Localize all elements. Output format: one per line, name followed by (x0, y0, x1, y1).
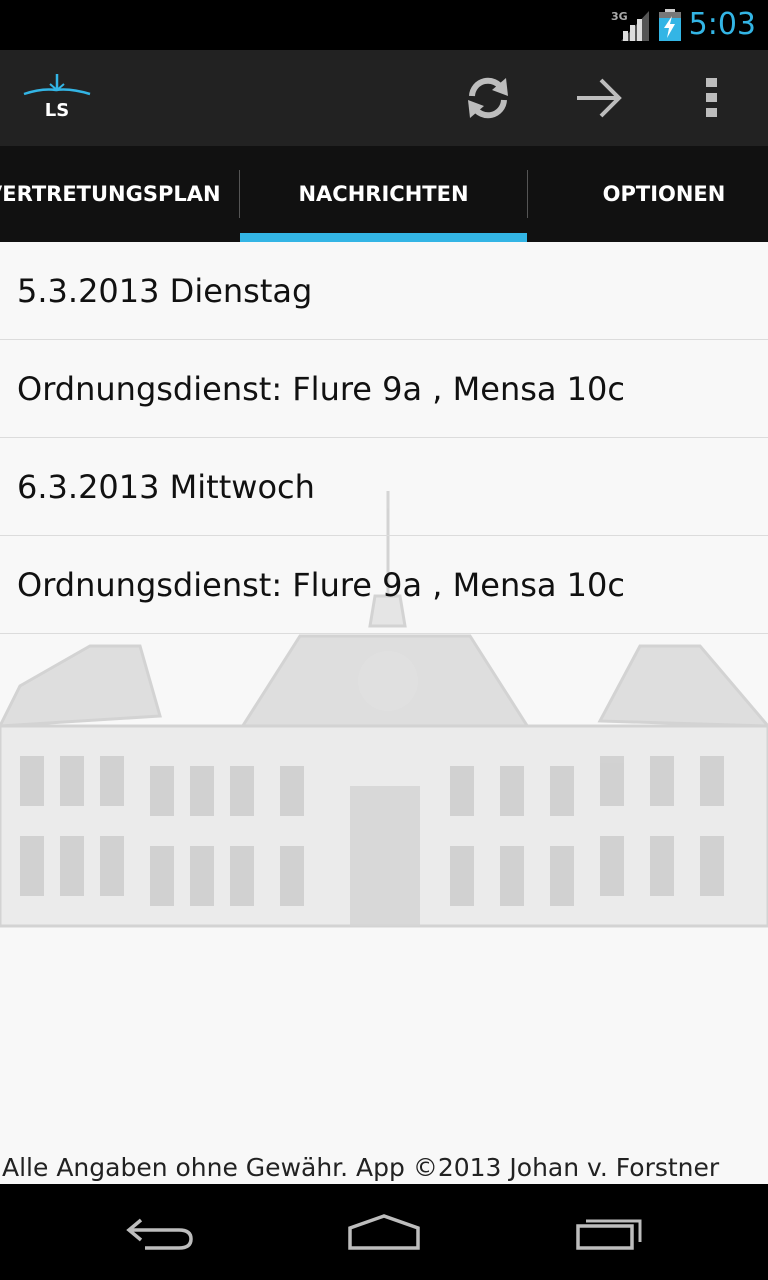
app-logo[interactable]: LS (22, 68, 92, 124)
tab-vertretungsplan[interactable]: VERTRETUNGSPLAN (0, 146, 224, 242)
tab-optionen[interactable]: OPTIONEN (560, 146, 768, 242)
battery-charging-icon (659, 9, 681, 41)
status-bar: 3G 5:03 (0, 0, 768, 50)
overflow-menu-button[interactable] (676, 62, 748, 134)
tab-selected-indicator (240, 233, 527, 242)
home-button[interactable] (344, 1206, 424, 1258)
messages-content[interactable]: 5.3.2013 Dienstag Ordnungsdienst: Flure … (0, 242, 768, 1184)
footer-disclaimer: Alle Angaben ohne Gewähr. App ©2013 Joha… (2, 1153, 720, 1182)
tab-divider (527, 170, 528, 218)
recent-apps-button[interactable] (570, 1206, 650, 1258)
clock: 5:03 (688, 7, 756, 42)
app-logo-text: LS (45, 100, 69, 121)
recent-apps-icon (576, 1219, 642, 1250)
refresh-icon (468, 77, 508, 119)
action-bar: LS (0, 50, 768, 146)
signal-3g-icon: 3G (611, 10, 649, 41)
list-item[interactable]: Ordnungsdienst: Flure 9a , Mensa 10c (0, 536, 768, 634)
system-nav-bar (0, 1184, 768, 1280)
tab-nachrichten[interactable]: NACHRICHTEN (240, 146, 527, 242)
back-button[interactable] (120, 1206, 200, 1258)
arrow-forward-icon (577, 78, 622, 118)
message-list: 5.3.2013 Dienstag Ordnungsdienst: Flure … (0, 242, 768, 634)
home-icon (348, 1214, 420, 1250)
list-item[interactable]: 6.3.2013 Mittwoch (0, 438, 768, 536)
network-type-label: 3G (611, 10, 628, 23)
list-item[interactable]: 5.3.2013 Dienstag (0, 242, 768, 340)
refresh-button[interactable] (452, 62, 524, 134)
forward-button[interactable] (563, 62, 635, 134)
back-icon (126, 1218, 193, 1250)
list-item[interactable]: Ordnungsdienst: Flure 9a , Mensa 10c (0, 340, 768, 438)
overflow-menu-icon (706, 78, 717, 117)
tab-bar: VERTRETUNGSPLAN NACHRICHTEN OPTIONEN (0, 146, 768, 242)
